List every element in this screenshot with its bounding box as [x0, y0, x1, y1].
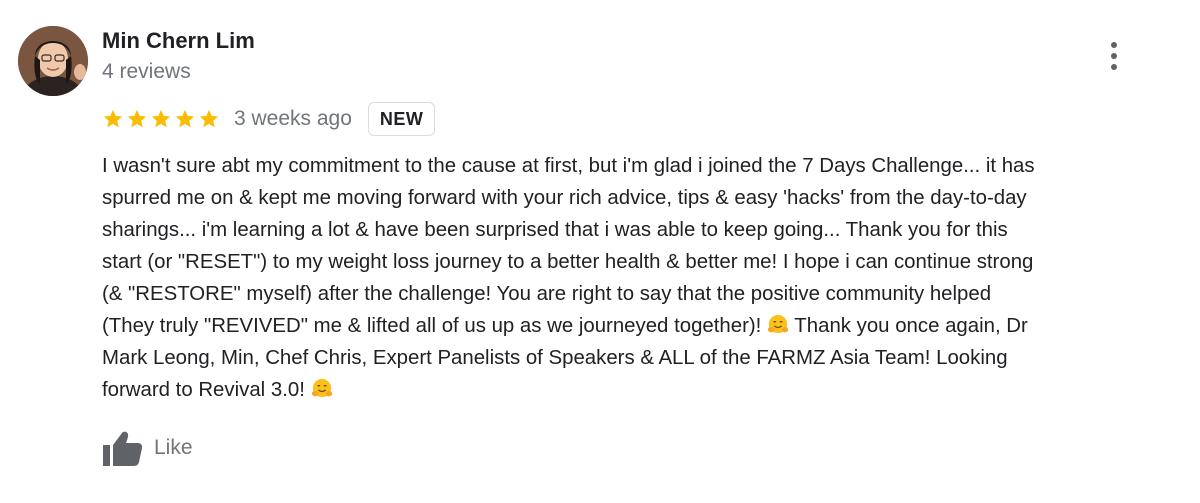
review-text-segment: forward to Revival 3.0! — [102, 379, 311, 401]
avatar[interactable] — [18, 26, 88, 96]
hugging-face-emoji-icon — [767, 314, 789, 334]
star-icon — [151, 109, 171, 128]
star-icon — [127, 109, 147, 128]
star-icon — [103, 109, 123, 128]
review-text-line: spurred me on & kept me moving forward w… — [102, 187, 1027, 209]
review-text-line: (They truly "REVIVED" me & lifted all of… — [102, 310, 1174, 342]
rating-row: 3 weeks ago NEW — [102, 100, 436, 138]
review-text-line: forward to Revival 3.0! — [102, 374, 1174, 406]
review-text: I wasn't sure abt my commitment to the c… — [102, 150, 1174, 406]
review-date: 3 weeks ago — [234, 107, 352, 130]
review-text-line: start (or "RESET") to my weight loss jou… — [102, 251, 1034, 273]
more-vertical-icon-dot — [1111, 64, 1117, 70]
review-text-segment: Thank you once again, Dr — [789, 315, 1028, 337]
like-button[interactable]: Like — [102, 428, 193, 468]
review-count[interactable]: 4 reviews — [102, 60, 191, 84]
star-rating — [102, 108, 220, 130]
review-text-line: (& "RESTORE" myself) after the challenge… — [102, 283, 992, 305]
star-icon — [175, 109, 195, 128]
like-label: Like — [154, 436, 193, 459]
review-text-segment: (They truly "REVIVED" me & lifted all of… — [102, 315, 768, 337]
new-badge: NEW — [367, 102, 436, 136]
thumbs-up-icon — [103, 431, 143, 466]
more-vertical-icon — [1111, 42, 1117, 48]
star-icon — [199, 109, 219, 128]
more-options-button[interactable] — [1100, 38, 1128, 74]
review-text-line: Mark Leong, Min, Chef Chris, Expert Pane… — [102, 347, 1008, 369]
author-name[interactable]: Min Chern Lim — [102, 28, 255, 54]
review-text-line: I wasn't sure abt my commitment to the c… — [102, 155, 1035, 177]
hugging-face-emoji-icon — [311, 378, 332, 398]
review-card: Min Chern Lim 4 reviews 3 weeks ago NEW … — [0, 0, 1200, 503]
avatar-photo — [18, 26, 88, 96]
more-vertical-icon-dot — [1111, 53, 1117, 59]
review-text-line: sharings... i'm learning a lot & have be… — [102, 219, 1008, 241]
